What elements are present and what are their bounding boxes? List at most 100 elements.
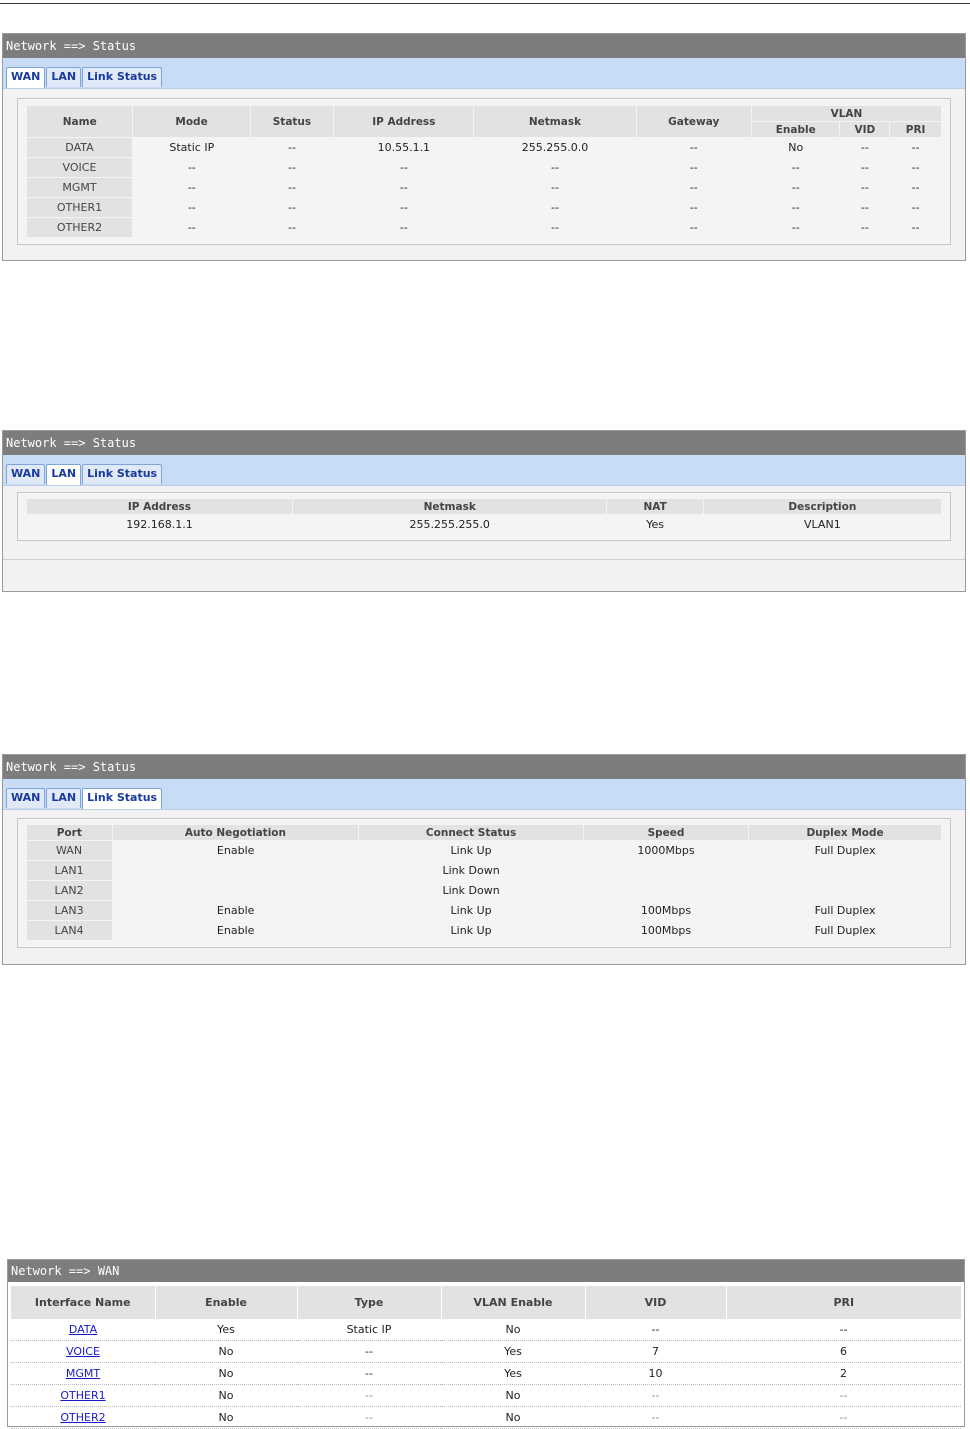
- col-header-connect-status: Connect Status: [358, 824, 584, 841]
- tab-lan[interactable]: LAN: [46, 67, 82, 87]
- cell: --: [297, 1384, 441, 1407]
- cell: --: [297, 1340, 441, 1363]
- panel-title: Network ==> WAN: [8, 1260, 964, 1282]
- cell: --: [911, 161, 920, 174]
- network-wan-panel: Network ==> WAN Interface Name Enable Ty…: [7, 1259, 965, 1429]
- cell: 100Mbps: [640, 904, 692, 917]
- interface-link-other1[interactable]: OTHER1: [60, 1389, 105, 1402]
- cell: Yes: [441, 1340, 585, 1363]
- link-status-table-box: Port Auto Negotiation Connect Status Spe…: [17, 818, 951, 948]
- cell: [112, 861, 359, 881]
- cell: 10: [585, 1362, 726, 1385]
- col-header-ip-address: IP Address: [333, 105, 475, 138]
- interface-link-mgmt[interactable]: MGMT: [66, 1367, 100, 1380]
- cell: No: [155, 1384, 297, 1407]
- cell: --: [860, 141, 869, 155]
- cell: Link Up: [450, 924, 492, 937]
- col-header-enable: Enable: [155, 1286, 298, 1319]
- cell: --: [287, 141, 296, 155]
- cell: Yes: [441, 1362, 585, 1385]
- table-row: WAN Enable Link Up 1000Mbps Full Duplex: [26, 840, 942, 861]
- table-row: MGMT No -- Yes 10 2: [11, 1362, 961, 1385]
- cell: Enable: [216, 924, 255, 937]
- tab-wan[interactable]: WAN: [6, 67, 46, 88]
- cell: --: [689, 141, 698, 155]
- interface-link-data[interactable]: DATA: [69, 1323, 97, 1336]
- table-row: MGMT -- -- -- -- -- -- -- --: [26, 177, 942, 198]
- row-port: LAN2: [26, 880, 113, 901]
- col-header-type: Type: [297, 1286, 442, 1319]
- interface-link-other2[interactable]: OTHER2: [60, 1411, 105, 1424]
- cell: 2: [726, 1362, 961, 1385]
- cell: --: [911, 141, 920, 155]
- col-header-mode: Mode: [132, 105, 251, 138]
- row-port: LAN4: [26, 920, 113, 941]
- col-header-ip-address: IP Address: [26, 498, 293, 515]
- col-header-interface-name: Interface Name: [11, 1286, 156, 1319]
- table-row: OTHER1 No -- No -- --: [11, 1384, 961, 1407]
- col-header-vid: VID: [585, 1286, 727, 1319]
- panel-title: Network ==> Status: [3, 34, 965, 58]
- panel-title: Network ==> Status: [3, 431, 965, 455]
- cell: Yes: [155, 1319, 297, 1341]
- cell: --: [689, 201, 698, 214]
- cell: No: [441, 1384, 585, 1407]
- cell: --: [911, 221, 920, 234]
- cell: --: [911, 201, 920, 214]
- cell: [749, 861, 942, 881]
- wan-status-table-box: Name Mode Status IP Address Netmask Gate…: [17, 98, 951, 245]
- tab-bar: WAN LAN Link Status: [3, 779, 965, 810]
- panel-title: Network ==> Status: [3, 755, 965, 779]
- cell: --: [791, 181, 800, 194]
- network-status-panel-lan: Network ==> Status WAN LAN Link Status I…: [2, 430, 966, 592]
- cell: Link Down: [442, 884, 500, 897]
- col-header-vlan: VLAN: [750, 105, 943, 122]
- row-port: LAN3: [26, 900, 113, 921]
- col-header-auto-negotiation: Auto Negotiation: [111, 824, 360, 841]
- link-status-table: Port Auto Negotiation Connect Status Spe…: [26, 824, 942, 941]
- cell: --: [187, 201, 196, 214]
- cell: 6: [726, 1340, 961, 1363]
- col-header-pri: PRI: [726, 1286, 961, 1319]
- tab-bar: WAN LAN Link Status: [3, 455, 965, 486]
- cell: --: [911, 181, 920, 194]
- col-header-duplex-mode: Duplex Mode: [748, 824, 942, 841]
- tab-link-status[interactable]: Link Status: [82, 464, 163, 484]
- cell: --: [399, 201, 408, 214]
- tab-wan[interactable]: WAN: [6, 788, 46, 808]
- col-header-speed: Speed: [582, 824, 750, 841]
- tab-link-status[interactable]: Link Status: [82, 67, 163, 87]
- table-row: 192.168.1.1 255.255.255.0 Yes VLAN1: [27, 515, 942, 535]
- cell: --: [791, 201, 800, 214]
- col-header-vid: VID: [839, 121, 891, 138]
- row-name: VOICE: [26, 157, 134, 178]
- cell: --: [551, 161, 559, 174]
- cell: No: [155, 1406, 297, 1429]
- cell: [749, 881, 942, 901]
- tab-lan[interactable]: LAN: [46, 788, 82, 808]
- cell: --: [689, 181, 698, 194]
- tab-lan[interactable]: LAN: [46, 464, 82, 485]
- cell: --: [689, 161, 698, 174]
- table-row: VOICE No -- Yes 7 6: [11, 1340, 961, 1363]
- panel-footer-divider: [3, 559, 965, 560]
- row-port: WAN: [26, 840, 113, 861]
- tab-wan[interactable]: WAN: [6, 464, 46, 484]
- table-row: DATA Yes Static IP No -- --: [11, 1319, 961, 1341]
- col-header-netmask: Netmask: [291, 498, 608, 515]
- col-header-vlan-enable: Enable: [750, 121, 841, 138]
- interface-link-voice[interactable]: VOICE: [66, 1345, 100, 1358]
- tab-link-status[interactable]: Link Status: [82, 788, 163, 809]
- cell: --: [187, 221, 196, 234]
- cell: --: [551, 221, 559, 234]
- cell: 192.168.1.1: [126, 518, 193, 531]
- col-header-name: Name: [25, 105, 134, 138]
- col-header-netmask: Netmask: [473, 105, 637, 138]
- table-row: LAN4 Enable Link Up 100Mbps Full Duplex: [26, 920, 942, 941]
- cell: --: [860, 221, 869, 234]
- col-header-gateway: Gateway: [635, 105, 752, 138]
- col-header-description: Description: [702, 498, 943, 515]
- table-row: VOICE -- -- -- -- -- -- -- --: [26, 157, 942, 178]
- cell: --: [860, 161, 869, 174]
- cell: 10.55.1.1: [377, 141, 431, 155]
